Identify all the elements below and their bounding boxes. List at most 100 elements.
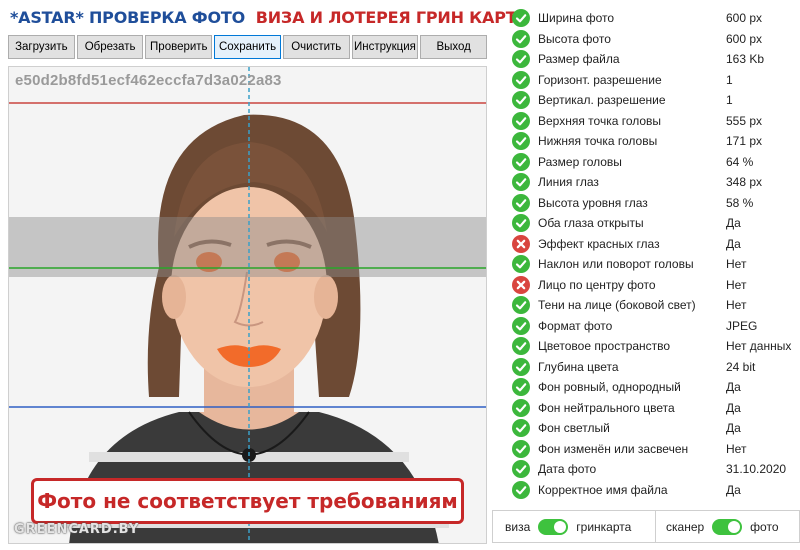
check-value: Да: [726, 380, 741, 395]
check-label: Фон светлый: [538, 421, 610, 436]
check-row: Глубина цвета 24 bit: [496, 357, 798, 378]
check-value: Нет: [726, 257, 747, 272]
source-left-label: сканер: [666, 519, 705, 534]
check-row: Цветовое пространство Нет данных: [496, 336, 798, 357]
check-label: Оба глаза открыты: [538, 216, 644, 231]
check-value: JPEG: [726, 318, 758, 333]
check-row: Формат фото JPEG: [496, 316, 798, 337]
check-ok-icon: [512, 255, 530, 274]
check-row: Тени на лице (боковой свет) Нет: [496, 295, 798, 316]
check-label: Высота уровня глаз: [538, 195, 648, 210]
mode-group: виза гринкарта: [493, 511, 655, 542]
app-title-main: *ASTAR* ПРОВЕРКА ФОТО: [10, 8, 245, 27]
photo-preview[interactable]: e50d2b8fd51ecf462eccfa7d3a022a83 Фото не…: [8, 66, 487, 544]
source-right-label: фото: [750, 519, 779, 534]
check-ok-icon: [512, 378, 530, 397]
check-label: Цветовое пространство: [538, 339, 671, 354]
mode-toggle[interactable]: [538, 518, 569, 535]
check-ok-icon: [512, 419, 530, 438]
check-ok-icon: [512, 29, 530, 48]
check-value: 600 px: [726, 31, 763, 46]
check-value: 64 %: [726, 154, 754, 169]
load-button[interactable]: Загрузить: [8, 35, 75, 59]
check-value: Нет: [726, 277, 747, 292]
check-label: Фон нейтрального цвета: [538, 400, 675, 415]
check-value: 24 bit: [726, 359, 756, 374]
check-value: 171 px: [726, 134, 763, 149]
check-label: Размер головы: [538, 154, 622, 169]
check-value: Да: [726, 482, 741, 497]
check-value: Нет: [726, 298, 747, 313]
check-label: Линия глаз: [538, 175, 599, 190]
check-row: Нижняя точка головы 171 px: [496, 131, 798, 152]
check-label: Дата фото: [538, 462, 597, 477]
check-value: 58 %: [726, 195, 754, 210]
result-banner: Фото не соответствует требованиям: [31, 478, 464, 524]
mode-left-label: виза: [505, 519, 531, 534]
check-label: Фон ровный, однородный: [538, 380, 681, 395]
app-title: *ASTAR* ПРОВЕРКА ФОТО ВИЗА И ЛОТЕРЕЯ ГРИ…: [10, 8, 529, 27]
check-row: Лицо по центру фото Нет: [496, 275, 798, 296]
watermark: GREENCARD.BY: [14, 522, 140, 537]
crop-button[interactable]: Обрезать: [76, 35, 144, 59]
check-row: Линия глаз 348 px: [496, 172, 798, 193]
check-label: Корректное имя файла: [538, 482, 668, 497]
toggle-knob: [554, 520, 567, 533]
mode-footer: виза гринкарта сканер фото: [492, 510, 800, 543]
check-value: 600 px: [726, 11, 763, 26]
check-row: Фон светлый Да: [496, 418, 798, 439]
check-label: Лицо по центру фото: [538, 277, 656, 292]
check-fail-icon: [512, 275, 530, 294]
check-value: 163 Kb: [726, 52, 765, 67]
check-label: Тени на лице (боковой свет): [538, 298, 696, 313]
check-value: 348 px: [726, 175, 763, 190]
portrait-image: [9, 67, 486, 543]
file-hash: e50d2b8fd51ecf462eccfa7d3a022a83: [15, 72, 282, 89]
instructions-button[interactable]: Инструкция: [351, 35, 419, 59]
check-row: Оба глаза открыты Да: [496, 213, 798, 234]
check-ok-icon: [512, 173, 530, 192]
check-value: Нет данных: [726, 339, 792, 354]
check-row: Размер головы 64 %: [496, 152, 798, 173]
check-ok-icon: [512, 214, 530, 233]
check-label: Фон изменён или засвечен: [538, 441, 689, 456]
check-ok-icon: [512, 337, 530, 356]
toolbar: Загрузить Обрезать Проверить Сохранить О…: [8, 35, 488, 59]
clear-button[interactable]: Очистить: [282, 35, 350, 59]
check-row: Наклон или поворот головы Нет: [496, 254, 798, 275]
check-label: Размер файла: [538, 52, 620, 67]
check-ok-icon: [512, 357, 530, 376]
check-row: Высота фото 600 px: [496, 29, 798, 50]
check-label: Высота фото: [538, 31, 611, 46]
check-label: Ширина фото: [538, 11, 615, 26]
source-toggle[interactable]: [712, 518, 743, 535]
check-row: Верхняя точка головы 555 px: [496, 111, 798, 132]
check-label: Вертикал. разрешение: [538, 93, 666, 108]
check-row: Ширина фото 600 px: [496, 8, 798, 29]
check-ok-icon: [512, 316, 530, 335]
check-ok-icon: [512, 91, 530, 110]
check-ok-icon: [512, 460, 530, 479]
check-value: 1: [726, 72, 733, 87]
check-ok-icon: [512, 398, 530, 417]
check-row: Корректное имя файла Да: [496, 480, 798, 501]
check-row: Дата фото 31.10.2020: [496, 459, 798, 480]
check-ok-icon: [512, 132, 530, 151]
check-ok-icon: [512, 70, 530, 89]
check-label: Наклон или поворот головы: [538, 257, 694, 272]
check-ok-icon: [512, 111, 530, 130]
check-label: Формат фото: [538, 318, 613, 333]
check-list: Ширина фото 600 px Высота фото 600 px Размер…: [496, 8, 798, 500]
check-button[interactable]: Проверить: [145, 35, 213, 59]
save-button[interactable]: Сохранить: [214, 35, 281, 59]
check-ok-icon: [512, 296, 530, 315]
check-value: 1: [726, 93, 733, 108]
check-label: Эффект красных глаз: [538, 236, 660, 251]
check-ok-icon: [512, 193, 530, 212]
check-label: Горизонт. разрешение: [538, 72, 662, 87]
check-value: Да: [726, 400, 741, 415]
toggle-knob: [728, 520, 741, 533]
check-value: Да: [726, 216, 741, 231]
check-label: Верхняя точка головы: [538, 113, 662, 128]
exit-button[interactable]: Выход: [420, 35, 488, 59]
